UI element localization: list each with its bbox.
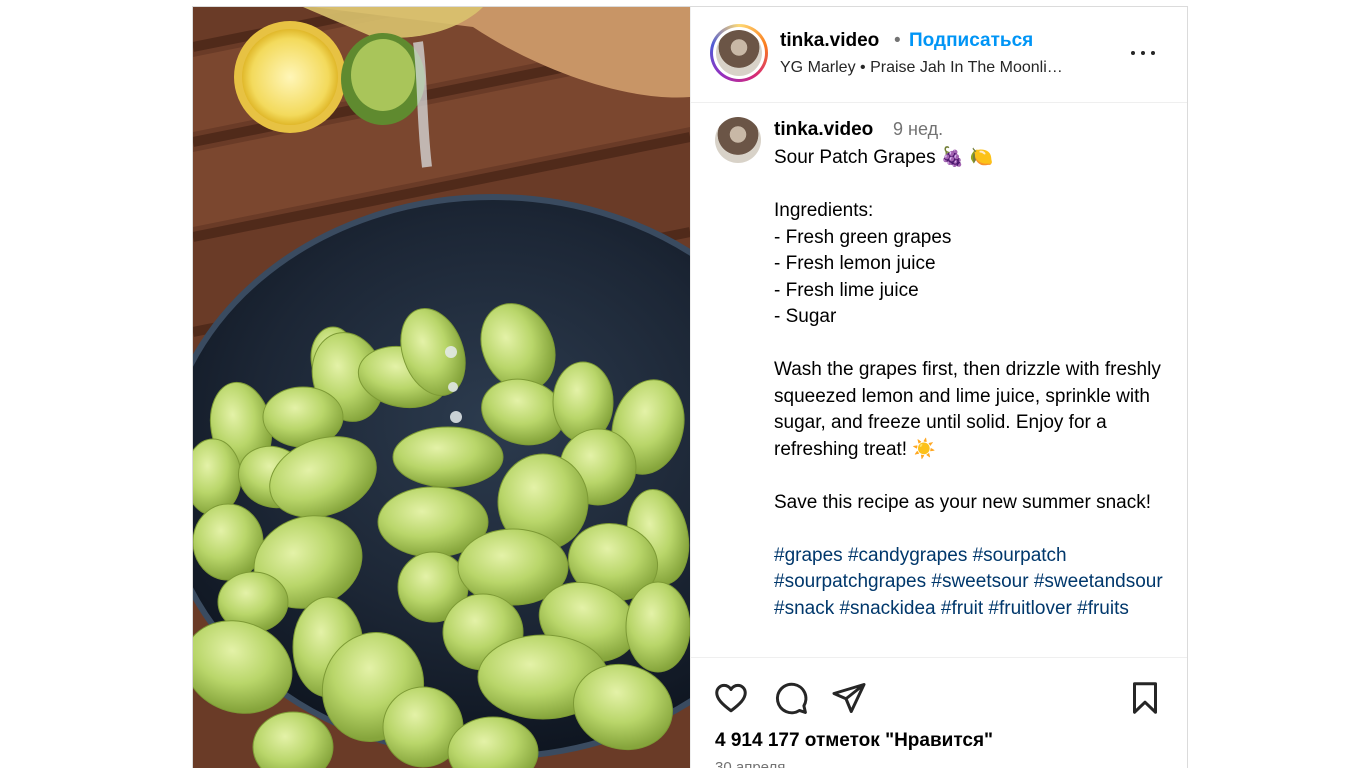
hashtag-link[interactable]: #snack: [774, 598, 834, 619]
post-header: tinka.video • Подписаться YG Marley • Pr…: [691, 7, 1187, 103]
hashtag-link[interactable]: #snackidea: [839, 598, 935, 619]
audio-link[interactable]: YG Marley • Praise Jah In The Moonli…: [780, 59, 1105, 77]
hashtag-link[interactable]: #fruitlover: [988, 598, 1071, 619]
avatar-frame: [713, 27, 765, 79]
hashtags: #grapes #candygrapes #sourpatch #sourpat…: [774, 543, 1164, 623]
hashtag-link[interactable]: #sweetandsour: [1034, 571, 1163, 592]
caption-area[interactable]: tinka.video 9 нед. Sour Patch Grapes 🍇 🍋…: [691, 103, 1187, 656]
post-video[interactable]: [193, 7, 690, 768]
caption-title: Sour Patch Grapes 🍇 🍋: [774, 147, 994, 168]
header-username-link[interactable]: tinka.video: [780, 30, 879, 52]
hashtag-link[interactable]: #grapes: [774, 545, 843, 566]
hashtag-link[interactable]: #sourpatch: [973, 545, 1067, 566]
post-dialog: tinka.video • Подписаться YG Marley • Pr…: [192, 6, 1188, 768]
bookmark-icon[interactable]: [1127, 680, 1163, 716]
ingredient-item: - Sugar: [774, 306, 837, 327]
caption-avatar[interactable]: [715, 117, 761, 163]
post-time[interactable]: 9 нед.: [893, 119, 943, 140]
story-ring[interactable]: [710, 24, 768, 82]
outro-text: Save this recipe as your new summer snac…: [774, 491, 1151, 513]
hashtag-link[interactable]: #candygrapes: [848, 545, 967, 566]
ingredient-item: - Fresh green grapes: [774, 226, 952, 248]
ingredient-item: - Fresh lime juice: [774, 279, 919, 301]
grapes-photo: [193, 7, 690, 768]
action-bar: 4 914 177 отметок "Нравится" 30 апреля: [691, 657, 1187, 768]
comment-icon[interactable]: [773, 680, 809, 716]
hashtag-link[interactable]: #fruit: [941, 598, 983, 619]
ingredients-heading: Ingredients:: [774, 200, 874, 221]
hashtag-link[interactable]: #fruits: [1077, 598, 1129, 619]
instructions-text: Wash the grapes first, then drizzle with…: [774, 359, 1161, 460]
avatar: [716, 30, 762, 76]
more-options-icon[interactable]: [1129, 43, 1157, 63]
heart-icon[interactable]: [713, 680, 749, 716]
caption-text: Sour Patch Grapes 🍇 🍋 Ingredients: - Fre…: [774, 145, 1164, 622]
post-sidebar: tinka.video • Подписаться YG Marley • Pr…: [690, 7, 1187, 768]
ingredient-item: - Fresh lemon juice: [774, 253, 936, 274]
paper-plane-icon[interactable]: [831, 680, 867, 716]
hashtag-link[interactable]: #sourpatchgrapes: [774, 571, 926, 592]
likes-count[interactable]: 4 914 177 отметок "Нравится": [715, 730, 993, 752]
caption-username-link[interactable]: tinka.video: [774, 119, 873, 141]
follow-button[interactable]: Подписаться: [909, 30, 1033, 52]
hashtag-link[interactable]: #sweetsour: [931, 571, 1028, 592]
separator-dot: •: [894, 30, 901, 51]
